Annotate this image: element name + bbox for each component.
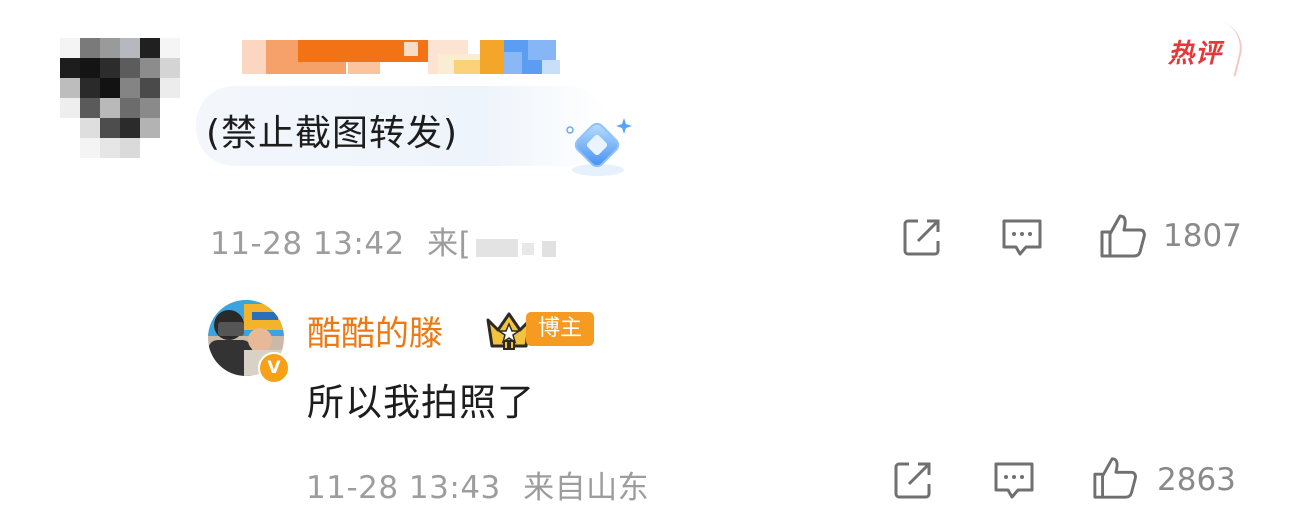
reply-meta: 11-28 13:43 来自山东 bbox=[306, 462, 649, 507]
hot-comment-badge: 热评 bbox=[1168, 21, 1248, 77]
like-count: 2863 bbox=[1157, 462, 1236, 498]
comment-location-partial: 来[ bbox=[427, 226, 472, 262]
blogger-tag: 博主 bbox=[526, 312, 594, 346]
like-icon[interactable] bbox=[1090, 455, 1140, 501]
comment-icon[interactable] bbox=[992, 459, 1036, 503]
comment-meta: 11-28 13:42 来[ bbox=[210, 218, 471, 263]
verified-badge-icon: V bbox=[258, 352, 290, 384]
location-pixelated bbox=[476, 239, 560, 259]
like-icon[interactable] bbox=[1098, 212, 1148, 260]
share-icon[interactable] bbox=[891, 458, 935, 502]
share-icon[interactable] bbox=[900, 215, 944, 259]
like-count: 1807 bbox=[1163, 218, 1242, 254]
comment-icon[interactable] bbox=[1000, 216, 1044, 260]
commenter-avatar-pixelated[interactable] bbox=[60, 38, 180, 158]
reply-text: 所以我拍照了 bbox=[307, 381, 535, 424]
comment-time: 11-28 13:42 bbox=[210, 226, 405, 262]
reply-author-name[interactable]: 酷酷的滕 bbox=[307, 306, 443, 355]
comment-text: (禁止截图转发) bbox=[206, 113, 459, 154]
diamond-badge-icon bbox=[566, 118, 632, 176]
commenter-name-pixelated[interactable] bbox=[238, 40, 563, 74]
